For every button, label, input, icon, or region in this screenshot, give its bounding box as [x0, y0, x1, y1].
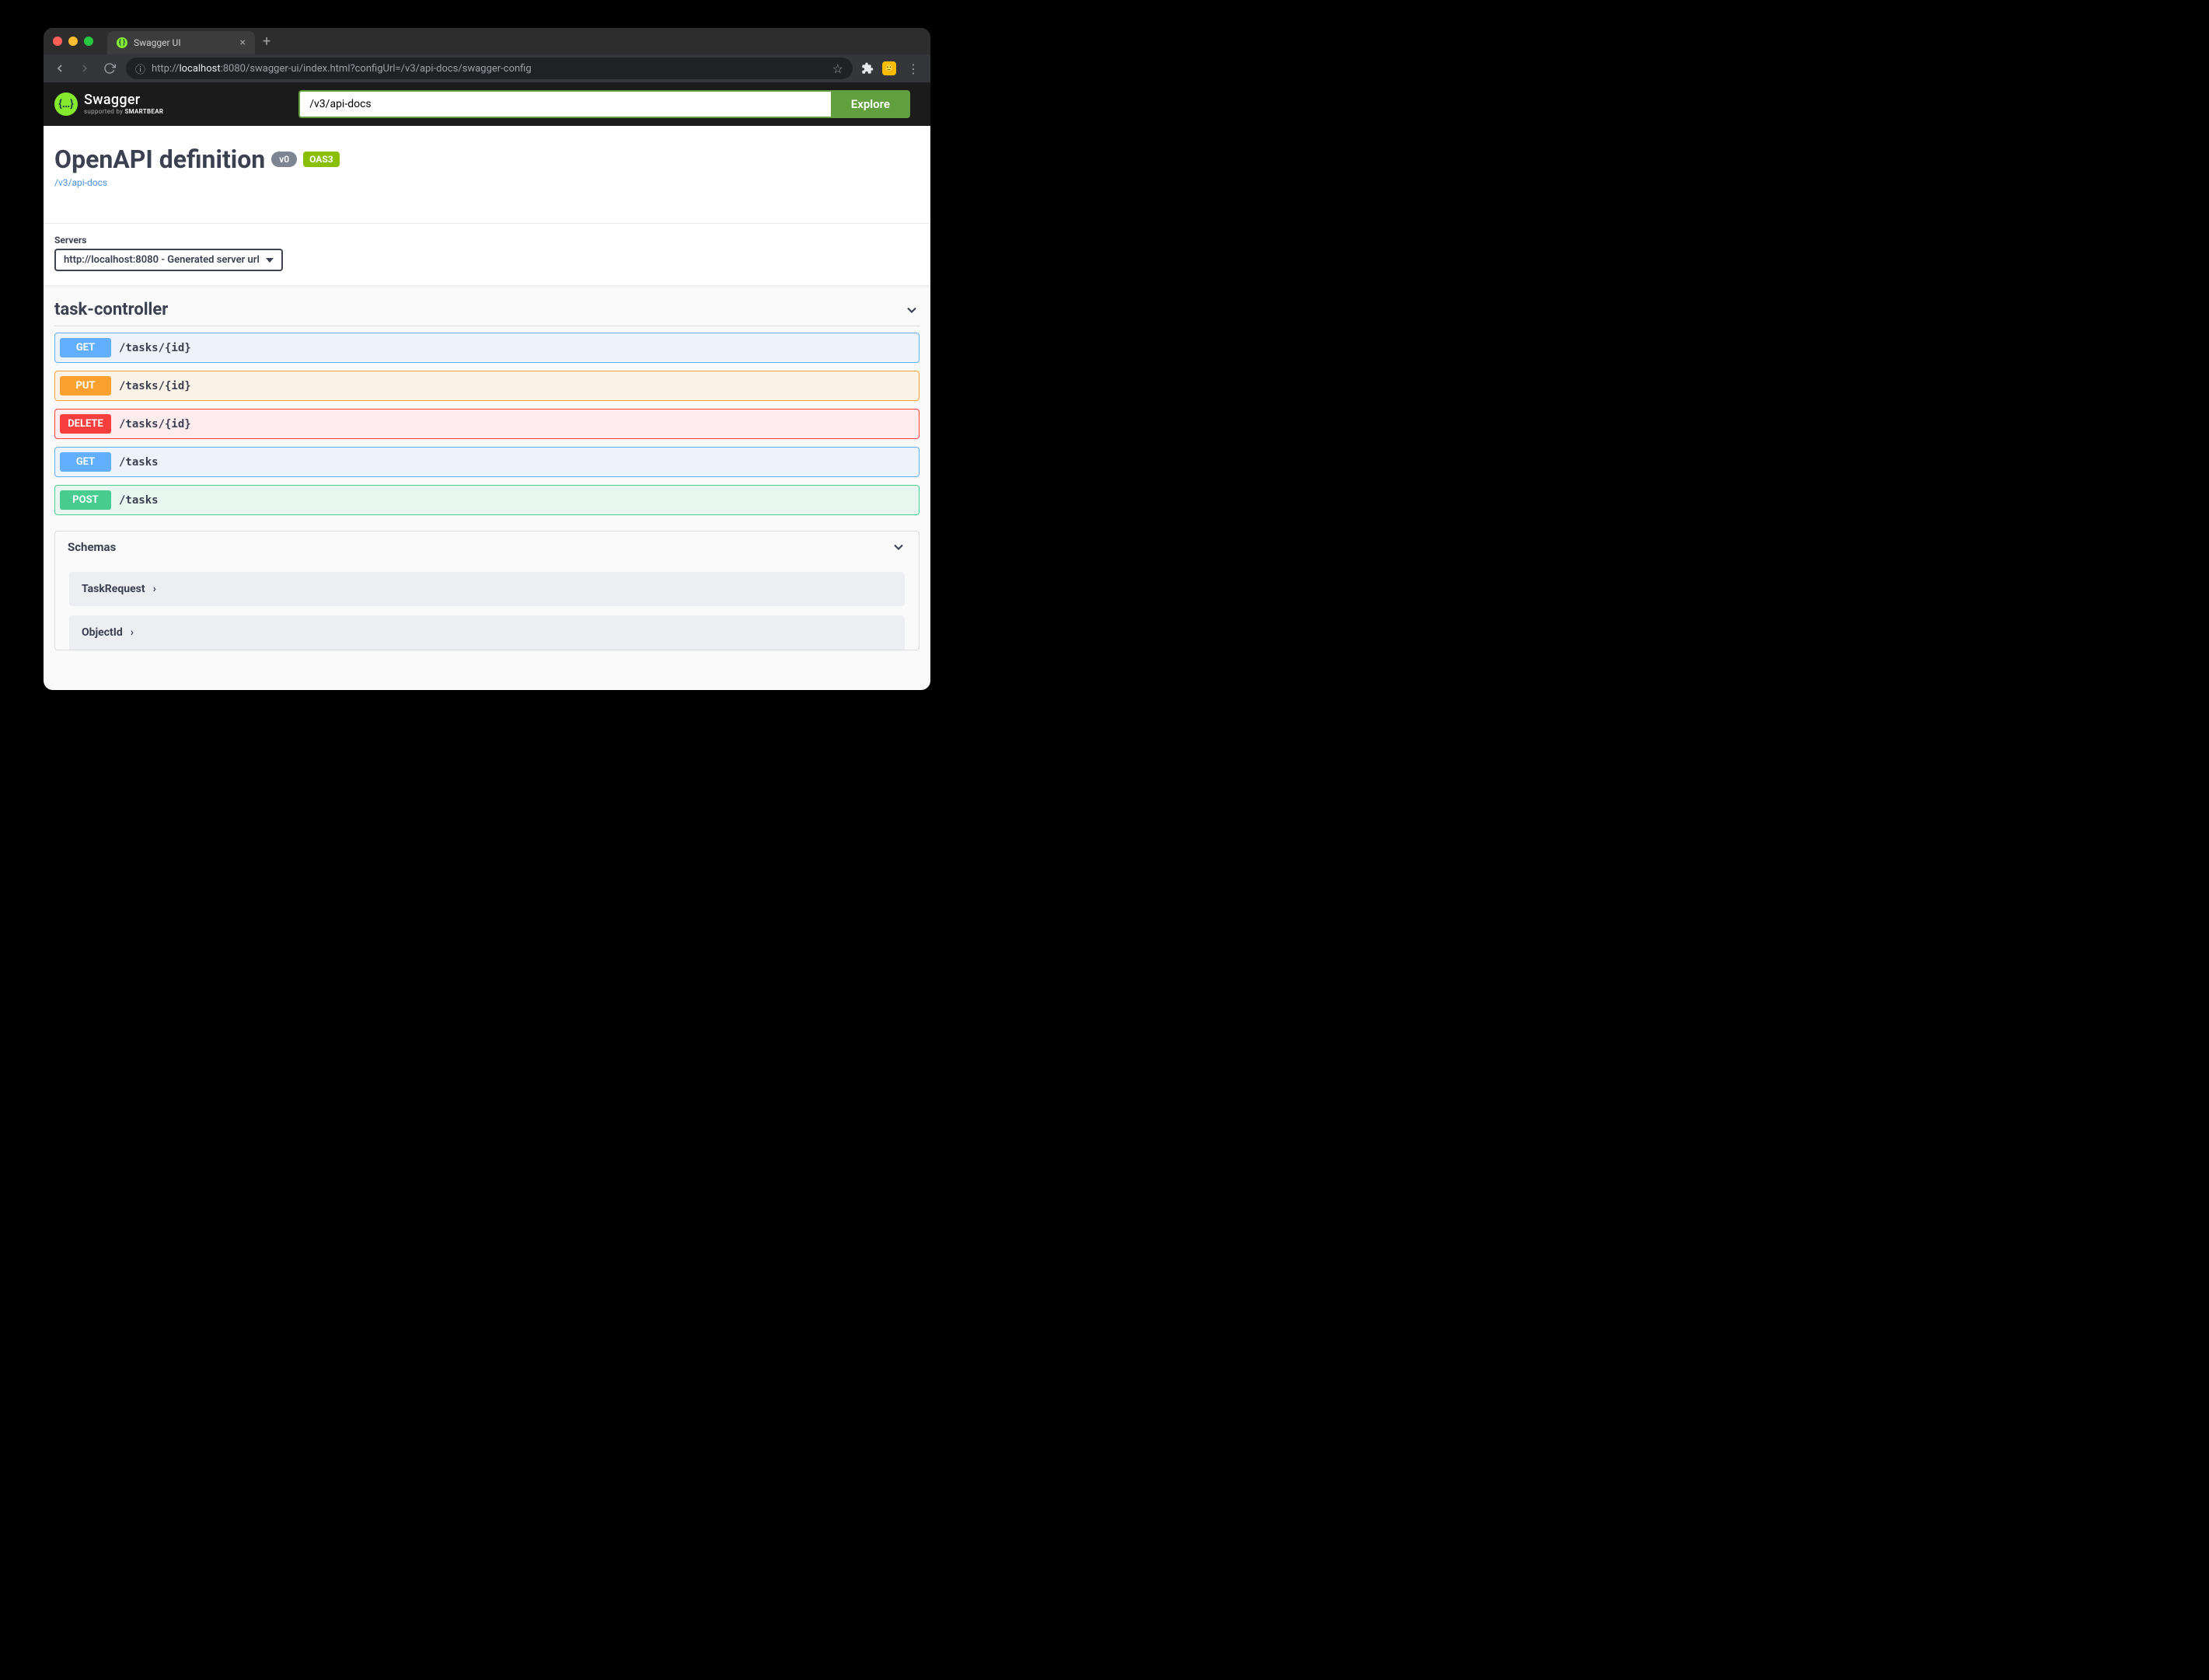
reload-button[interactable]: [101, 60, 118, 77]
method-badge: GET: [60, 452, 111, 472]
spec-url-input[interactable]: [298, 90, 831, 118]
operation-get-tasks-id[interactable]: GET /tasks/{id}: [54, 333, 920, 363]
operation-put-tasks-id[interactable]: PUT /tasks/{id}: [54, 371, 920, 401]
address-bar[interactable]: ⓘ http://localhost:8080/swagger-ui/index…: [126, 58, 853, 79]
schemas-title: Schemas: [68, 540, 116, 554]
maximize-window-button[interactable]: [84, 37, 93, 46]
forward-button[interactable]: [76, 60, 93, 77]
schemas-section: Schemas TaskRequest › ObjectId ›: [54, 531, 920, 650]
chevron-down-icon: [904, 302, 920, 318]
titlebar: { } Swagger UI × +: [44, 28, 930, 54]
method-badge: POST: [60, 490, 111, 510]
bookmark-icon[interactable]: ☆: [832, 61, 843, 76]
method-badge: DELETE: [60, 414, 111, 434]
swagger-logo-icon: {…}: [54, 92, 78, 116]
method-badge: GET: [60, 338, 111, 357]
browser-toolbar: ⓘ http://localhost:8080/swagger-ui/index…: [44, 54, 930, 82]
operation-path: /tasks/{id}: [119, 342, 191, 354]
swagger-logo-text: Swagger supported by SMARTBEAR: [84, 93, 163, 115]
schema-objectid[interactable]: ObjectId ›: [69, 615, 905, 650]
tag-header[interactable]: task-controller: [54, 300, 920, 326]
explore-button[interactable]: Explore: [831, 90, 910, 118]
swagger-topbar: {…} Swagger supported by SMARTBEAR Explo…: [44, 82, 930, 126]
operation-get-tasks[interactable]: GET /tasks: [54, 447, 920, 477]
url-text: http://localhost:8080/swagger-ui/index.h…: [152, 63, 826, 75]
chevron-down-icon: [891, 539, 906, 555]
servers-section: Servers http://localhost:8080 - Generate…: [44, 223, 930, 286]
server-select[interactable]: http://localhost:8080 - Generated server…: [54, 249, 283, 271]
browser-tab[interactable]: { } Swagger UI ×: [107, 31, 255, 54]
window-controls: [53, 37, 93, 46]
schema-taskrequest[interactable]: TaskRequest ›: [69, 572, 905, 606]
tag-name: task-controller: [54, 300, 168, 319]
operation-path: /tasks/{id}: [119, 380, 191, 392]
page-content: {…} Swagger supported by SMARTBEAR Explo…: [44, 82, 930, 690]
close-window-button[interactable]: [53, 37, 62, 46]
chevron-right-icon: ›: [153, 583, 156, 595]
operation-post-tasks[interactable]: POST /tasks: [54, 485, 920, 515]
operation-delete-tasks-id[interactable]: DELETE /tasks/{id}: [54, 409, 920, 439]
brand-subtext: supported by SMARTBEAR: [84, 109, 163, 115]
browser-window: { } Swagger UI × + ⓘ http://localhost:80…: [44, 28, 930, 690]
menu-icon[interactable]: ⋮: [904, 61, 923, 76]
back-button[interactable]: [51, 60, 68, 77]
minimize-window-button[interactable]: [68, 37, 78, 46]
api-title: OpenAPI definition: [54, 145, 265, 174]
api-info: OpenAPI definition v0 OAS3 /v3/api-docs: [44, 126, 930, 223]
extensions-icon[interactable]: [860, 61, 874, 75]
method-badge: PUT: [60, 376, 111, 396]
spec-url-form: Explore: [298, 90, 910, 118]
version-badge: v0: [271, 152, 297, 167]
swagger-logo[interactable]: {…} Swagger supported by SMARTBEAR: [54, 92, 163, 116]
spec-link[interactable]: /v3/api-docs: [54, 177, 107, 188]
schema-name: TaskRequest: [82, 583, 145, 595]
schema-name: ObjectId: [82, 626, 123, 639]
tag-section: task-controller GET /tasks/{id} PUT /tas…: [44, 286, 930, 515]
tab-favicon: { }: [117, 37, 127, 48]
extension-badge[interactable]: 🙂: [882, 61, 896, 75]
operation-path: /tasks: [119, 456, 159, 469]
schemas-header[interactable]: Schemas: [55, 532, 919, 563]
new-tab-button[interactable]: +: [263, 33, 270, 50]
close-tab-icon[interactable]: ×: [240, 37, 246, 49]
chevron-right-icon: ›: [131, 626, 134, 639]
brand-name: Swagger: [84, 93, 163, 107]
tab-title: Swagger UI: [134, 37, 234, 48]
servers-label: Servers: [54, 235, 920, 246]
operation-path: /tasks/{id}: [119, 418, 191, 430]
site-info-icon[interactable]: ⓘ: [135, 61, 145, 76]
oas-badge: OAS3: [303, 152, 340, 167]
operation-path: /tasks: [119, 494, 159, 507]
